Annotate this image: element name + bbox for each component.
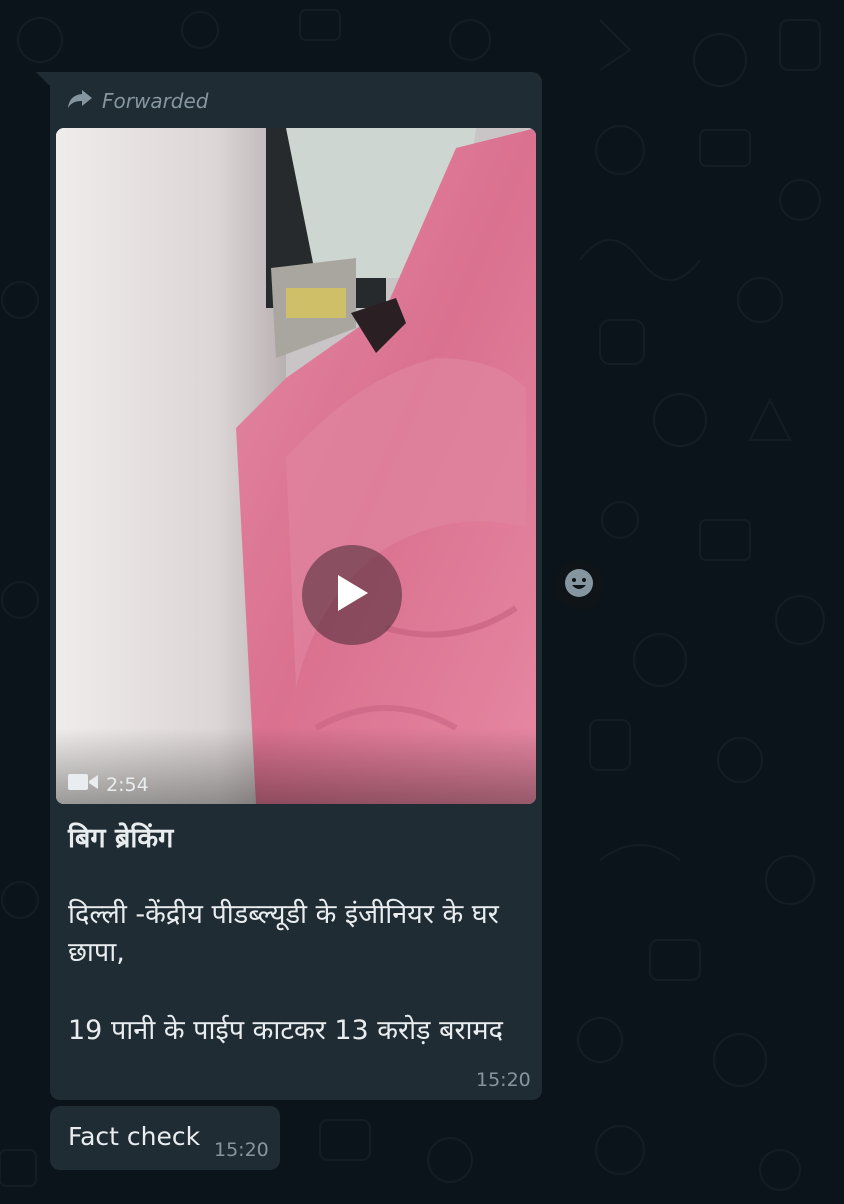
caption-line: दिल्ली -केंद्रीय पीडब्ल्यूडी के इंजीनियर…	[68, 899, 499, 968]
caption-title: बिग ब्रेकिंग	[68, 823, 174, 854]
duration-text: 2:54	[106, 773, 149, 796]
reply-timestamp: 15:20	[214, 1139, 269, 1161]
reply-text: Fact check	[68, 1122, 201, 1151]
caption-line: 19 पानी के पाईप काटकर 13 करोड़ बरामद	[68, 1015, 504, 1046]
video-camera-icon	[68, 772, 98, 797]
emoji-smile-icon	[563, 567, 595, 603]
forwarded-text: Forwarded	[102, 89, 209, 113]
play-icon	[334, 573, 370, 617]
react-button[interactable]	[554, 560, 604, 610]
forward-arrow-icon	[66, 88, 94, 115]
video-duration: 2:54	[68, 772, 149, 797]
video-thumbnail[interactable]	[56, 128, 536, 804]
message-timestamp: 15:20	[476, 1069, 531, 1091]
play-button[interactable]	[302, 545, 402, 645]
forwarded-label: Forwarded	[66, 86, 209, 116]
video-frame-image	[56, 128, 536, 804]
